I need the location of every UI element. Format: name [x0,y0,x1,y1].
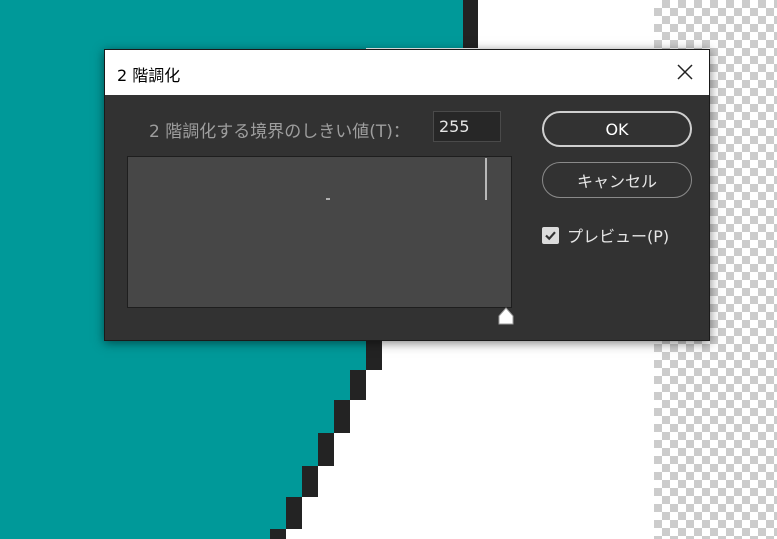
dark-edge-top [463,0,478,48]
ok-button[interactable]: OK [542,111,692,147]
histogram [127,156,512,308]
dialog-title: 2 階調化 [117,66,181,85]
histogram-mark [326,198,330,200]
threshold-input[interactable] [433,111,501,142]
checkmark-icon [545,230,556,240]
triangle-slider-icon[interactable] [498,307,514,325]
cancel-button[interactable]: キャンセル [542,162,692,198]
preview-checkbox[interactable] [542,226,559,244]
close-icon [677,64,693,80]
preview-label: プレビュー(P) [567,227,670,246]
threshold-label: 2 階調化する境界のしきい値(T)： [149,122,410,142]
histogram-bar [485,158,487,200]
close-button[interactable] [671,58,699,86]
dialog-titlebar[interactable]: 2 階調化 [105,50,709,95]
preview-toggle[interactable]: プレビュー(P) [542,224,669,246]
threshold-dialog: 2 階調化 2 階調化する境界のしきい値(T)： OK キャンセル プレビュー(… [104,49,710,341]
